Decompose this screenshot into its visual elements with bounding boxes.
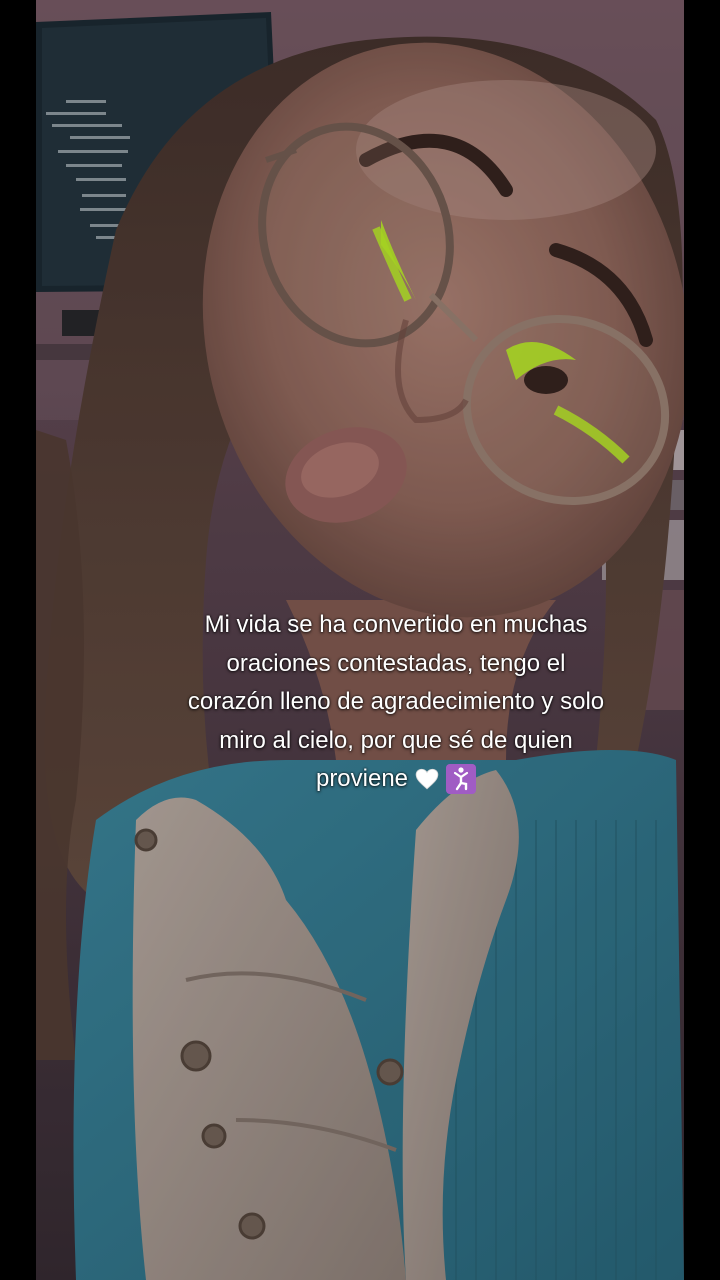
caption-line-1: Mi vida se ha convertido en muchas [204, 611, 588, 638]
caption-line-4: miro al cielo, por que sé de quien [219, 726, 573, 754]
video-frame: Mi vida se ha convertido en muchas oraci… [0, 0, 720, 1280]
video-player[interactable]: Mi vida se ha convertido en muchas oraci… [36, 0, 684, 1280]
person-kneeling-icon [446, 764, 477, 795]
caption-line-3: corazón lleno de agradecimiento y solo [187, 688, 605, 715]
caption-line-5: proviene [136, 760, 656, 799]
white-heart-icon [415, 769, 439, 790]
caption-line-5-text: proviene [315, 765, 409, 792]
video-caption: Mi vida se ha convertido en muchas oraci… [136, 606, 656, 799]
caption-line-2: oraciones contestadas, tengo el [226, 649, 566, 677]
